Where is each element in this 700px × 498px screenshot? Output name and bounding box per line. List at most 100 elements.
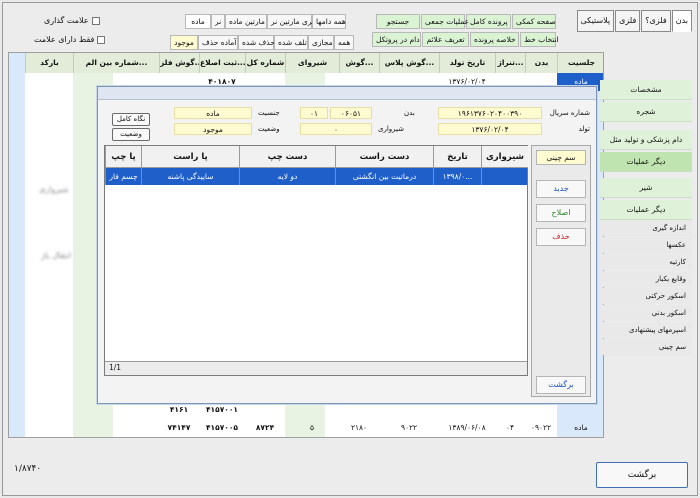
row-b2-milking[interactable]: ۵ bbox=[285, 419, 339, 437]
dcol-header-milking[interactable]: شیرواری bbox=[481, 146, 528, 168]
milking-value: ۰ bbox=[300, 123, 372, 135]
checkbox-icon bbox=[91, 16, 100, 25]
col-header-plastic-ear[interactable]: گوش پلاس... bbox=[379, 53, 439, 73]
top-tabstrip: بدن فلزی؟ فلزی پلاستیکی bbox=[576, 10, 692, 32]
nav-other-ops[interactable]: دیگر عملیات bbox=[600, 152, 692, 172]
filter-freemartin-male[interactable]: فری مارتین نر bbox=[267, 14, 316, 29]
row-b2-body[interactable]: ۰۹۰۲۲ bbox=[525, 419, 557, 437]
only-marked-checkbox[interactable]: فقط دارای علامت bbox=[34, 35, 106, 44]
right-nav: مشخصات شجره دام پزشکی و تولید مثل دیگر ع… bbox=[600, 60, 692, 438]
checkbox-icon bbox=[97, 35, 106, 44]
row-b2-metal[interactable]: ۷۴۱۴۷ bbox=[159, 419, 199, 437]
dcol-header-date[interactable]: تاریخ bbox=[433, 146, 481, 168]
mark-checkbox-label: علامت گذاری bbox=[44, 16, 89, 25]
filter-existing[interactable]: موجود bbox=[170, 35, 198, 50]
col-header-tonnage[interactable]: تنراژ... bbox=[495, 53, 525, 73]
cell-right-hand[interactable]: درماتیت بین انگشتی bbox=[335, 168, 433, 185]
status-label: وضعیت bbox=[258, 125, 280, 133]
filter-female[interactable]: ماده bbox=[185, 14, 211, 29]
filter-virtual[interactable]: مجازی bbox=[308, 35, 334, 50]
body-label: بدن bbox=[404, 109, 415, 117]
dcol-header-left-foot[interactable]: پا چپ bbox=[105, 146, 141, 168]
number-value: ۰۱ bbox=[300, 107, 328, 119]
birth-label: تولد bbox=[578, 125, 590, 133]
dcol-header-right-hand[interactable]: دست راست bbox=[335, 146, 433, 168]
nav-sub-measurement[interactable]: اندازه گیری bbox=[600, 220, 692, 236]
blurred-label-2: انتقال یاژ bbox=[41, 251, 72, 260]
nav-sub-suggested-sperm[interactable]: اسپرمهای پیشنهادی bbox=[600, 322, 692, 338]
nav-sub-cartie[interactable]: کارتیه bbox=[600, 254, 692, 270]
col-header-birthdate[interactable]: تاریخ تولد bbox=[439, 53, 495, 73]
bulk-actions-button[interactable]: عملیات جمعی bbox=[421, 14, 469, 29]
col-header-body[interactable]: بدن bbox=[525, 53, 557, 73]
edit-button[interactable]: اصلاح bbox=[536, 204, 586, 222]
hoof-trimming-tab[interactable]: سم چینی bbox=[536, 150, 586, 165]
col-header-intl-number[interactable]: شماره بین الم... bbox=[73, 53, 159, 73]
nav-sub-events[interactable]: وقایع بکبار bbox=[600, 271, 692, 287]
tab-metal-q[interactable]: فلزی؟ bbox=[641, 10, 671, 32]
nav-sub-mobility-score[interactable]: اسکور حرکتی bbox=[600, 288, 692, 304]
select-line-button[interactable]: انتخاب خط bbox=[520, 32, 559, 47]
filter-freemartin-female[interactable]: فری مارتین ماده bbox=[225, 14, 281, 29]
tab-metal[interactable]: فلزی bbox=[615, 10, 641, 32]
full-view-button[interactable]: نگاه کامل bbox=[112, 113, 150, 126]
row-b2-total[interactable]: ۸۷۲۴ bbox=[245, 419, 285, 437]
row-b2-ear[interactable]: ۲۱۸۰ bbox=[339, 419, 379, 437]
col-header-gender[interactable]: جلسیت bbox=[557, 53, 603, 73]
serial-value: ۱۹۶۱۳۷۶۰۲۰۴۰۰۳۹۰ bbox=[438, 107, 542, 119]
cell-right-foot[interactable]: ساییدگی پاشنه bbox=[141, 168, 239, 185]
col-header-milking[interactable]: شیروای bbox=[285, 53, 339, 73]
col-header-metal-ear[interactable]: گوش فلز... bbox=[159, 53, 199, 73]
delete-button[interactable]: حذف bbox=[536, 228, 586, 246]
table-row[interactable]: ۱۳۹۸/۰... درماتیت بین انگشتی دو لایه سای… bbox=[105, 168, 527, 185]
filter-removed[interactable]: حذف شده bbox=[238, 35, 275, 50]
row-b2-plastic-ear[interactable]: ۹۰۲۲ bbox=[379, 419, 439, 437]
tab-plastic[interactable]: پلاستیکی bbox=[576, 10, 615, 32]
dcol-header-right-foot[interactable]: پا راست bbox=[141, 146, 239, 168]
filter-all[interactable]: همه bbox=[334, 35, 354, 50]
row-b2-birthdate[interactable]: ۱۳۸۹/۰۶/۰۸ bbox=[439, 419, 495, 437]
milking-label: شیرواری bbox=[378, 125, 405, 133]
filter-ready-remove[interactable]: آماده حذف bbox=[198, 35, 238, 50]
cell-left-foot[interactable]: چسم فار bbox=[105, 168, 141, 185]
tab-body[interactable]: بدن bbox=[671, 10, 692, 32]
record-summary-button[interactable]: خلاصه پرونده bbox=[470, 32, 519, 47]
dialog-back-button[interactable]: برگشت bbox=[536, 376, 586, 394]
define-signs-button[interactable]: تعریف علائم bbox=[422, 32, 469, 47]
dcol-header-left-hand[interactable]: دست چپ bbox=[239, 146, 335, 168]
mark-checkbox[interactable]: علامت گذاری bbox=[44, 16, 100, 25]
nav-sub-photos[interactable]: عکسها bbox=[600, 237, 692, 253]
filter-dead[interactable]: تلف شده bbox=[274, 35, 308, 50]
nav-pedigree[interactable]: شجره bbox=[600, 102, 692, 122]
nav-milk[interactable]: شیر bbox=[600, 178, 692, 198]
gender-label: جنسیت bbox=[258, 109, 280, 117]
dialog-side-panel: سم چینی جدید اصلاح حذف برگشت bbox=[531, 145, 591, 397]
animal-in-protocol-button[interactable]: دام در پروتکل bbox=[372, 32, 421, 47]
nav-sub-hoof-trimming[interactable]: سم چینی bbox=[600, 339, 692, 355]
full-record-button[interactable]: پرونده کامل bbox=[466, 14, 511, 29]
new-button[interactable]: جدید bbox=[536, 180, 586, 198]
nav-other-ops-2[interactable]: دیگر عملیات bbox=[600, 200, 692, 220]
hoof-trimming-dialog: شماره سریال ۱۹۶۱۳۷۶۰۲۰۴۰۰۳۹۰ بدن ۰۶۰۵۱ ۰… bbox=[97, 86, 597, 404]
col-header-barcode[interactable]: بارکد bbox=[25, 53, 73, 73]
row-b2-gender[interactable]: ماده bbox=[557, 419, 603, 437]
cell-left-hand[interactable]: دو لایه bbox=[239, 168, 335, 185]
record-count: ۱/۸۷۴۰ bbox=[14, 464, 42, 474]
back-button[interactable]: برگشت bbox=[596, 462, 688, 488]
nav-details[interactable]: مشخصات bbox=[600, 80, 692, 100]
nav-vet-breeding[interactable]: دام پزشکی و تولید مثل bbox=[600, 130, 692, 150]
nav-sub-body-score[interactable]: اسکور بدنی bbox=[600, 305, 692, 321]
row-b2-tonnage[interactable]: ۰۴ bbox=[495, 419, 525, 437]
helper-page-button[interactable]: صفحه کمکی bbox=[512, 14, 556, 29]
filter-male[interactable]: نر bbox=[211, 14, 225, 29]
search-button[interactable]: جستجو bbox=[376, 14, 420, 29]
cell-milking[interactable] bbox=[481, 168, 528, 185]
col-header-ear[interactable]: گوش... bbox=[339, 53, 379, 73]
filter-all-animals[interactable]: همه دامها bbox=[312, 14, 346, 29]
status-button[interactable]: وضعیت bbox=[112, 128, 150, 141]
col-header-total-number[interactable]: شماره کل bbox=[245, 53, 285, 73]
row-b2-record[interactable]: ۴۱۵۷۰۰۵ bbox=[199, 419, 245, 437]
body-value: ۰۶۰۵۱ bbox=[330, 107, 372, 119]
col-header-record-info[interactable]: ثبت اصلاع... bbox=[199, 53, 245, 73]
cell-date[interactable]: ۱۳۹۸/۰... bbox=[433, 168, 481, 185]
